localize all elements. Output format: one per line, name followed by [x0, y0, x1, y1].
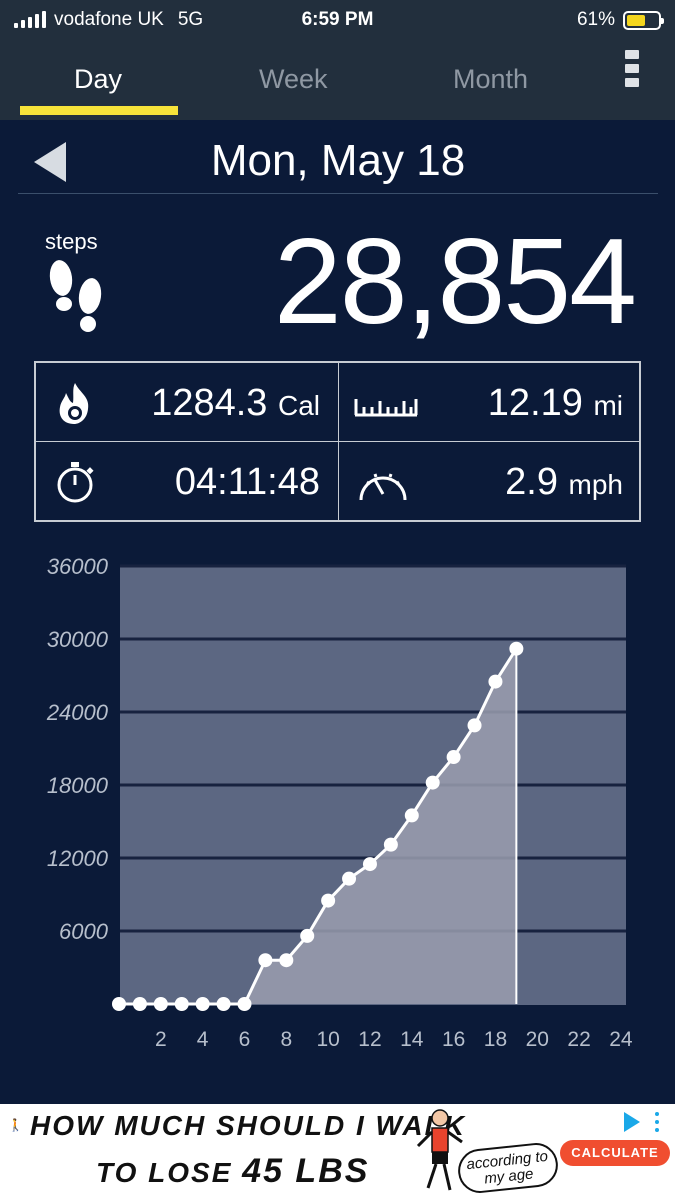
chart-data-point	[404, 808, 419, 823]
x-tick-label: 8	[280, 1028, 292, 1051]
tab-day[interactable]: Day	[74, 64, 122, 95]
chart-data-point	[425, 775, 440, 790]
battery-icon	[623, 10, 664, 30]
x-tick-label: 6	[239, 1028, 251, 1051]
chart-data-point	[237, 997, 252, 1011]
date-title: Mon, May 18	[210, 136, 466, 185]
x-tick-label: 18	[484, 1028, 507, 1051]
signal-strength-icon	[14, 11, 46, 28]
y-tick-label: 30000	[47, 627, 109, 652]
speed-cell: 2.9 mph	[339, 442, 641, 520]
date-header: Mon, May 18	[18, 130, 658, 194]
status-bar: vodafone UK 5G 6:59 PM 61%	[0, 0, 675, 40]
ad-calculate-button[interactable]: CALCULATE	[560, 1140, 670, 1166]
chart-data-point	[342, 871, 357, 886]
ad-note: according to my age	[455, 1140, 561, 1196]
chart-data-point	[216, 997, 231, 1011]
y-tick-label: 24000	[46, 700, 109, 725]
x-tick-label: 4	[197, 1028, 209, 1051]
footprints-icon	[49, 260, 102, 332]
carrier-name: vodafone UK	[54, 9, 164, 30]
tab-week[interactable]: Week	[259, 64, 328, 95]
x-tick-label: 10	[316, 1028, 339, 1051]
stats-grid: 1284.3 Cal 12.19 mi 04:11:48 2.9 mph	[34, 361, 641, 522]
ad-choices-icon[interactable]	[624, 1112, 640, 1132]
calories-cell: 1284.3 Cal	[36, 363, 339, 442]
chart-data-point	[195, 997, 210, 1011]
overflow-menu-icon[interactable]	[625, 50, 639, 87]
chart-data-point	[132, 997, 147, 1011]
x-tick-label: 14	[400, 1028, 424, 1051]
chart-data-point	[446, 750, 461, 765]
distance-cell: 12.19 mi	[339, 363, 641, 442]
chart-data-point	[174, 997, 189, 1011]
duration-cell: 04:11:48	[36, 442, 339, 520]
stopwatch-icon	[57, 462, 94, 503]
chart-data-point	[362, 857, 377, 872]
tab-bar: Day Week Month	[0, 40, 675, 120]
ad-banner[interactable]: 🚶 HOW MUCH SHOULD I WALK TO LOSE 45 LBS …	[0, 1104, 675, 1200]
x-tick-label: 24	[609, 1028, 633, 1051]
chart-data-point	[467, 718, 482, 733]
chart-data-point	[321, 893, 336, 908]
ad-walker-icon: 🚶	[8, 1118, 23, 1132]
duration-value: 04:11:48	[174, 461, 320, 503]
battery-indicator: 61%	[576, 9, 664, 31]
steps-label: steps	[45, 229, 98, 254]
x-tick-label: 22	[567, 1028, 590, 1051]
y-tick-label: 18000	[47, 773, 109, 798]
active-tab-indicator	[20, 106, 178, 115]
chart-data-point	[383, 837, 398, 852]
steps-chart: 360003000024000180001200060002 4 6 8 10 12 14 1…	[46, 554, 633, 1051]
chart-data-point	[279, 953, 294, 968]
y-tick-label: 36000	[47, 554, 109, 579]
steps-count: 28,854	[273, 213, 637, 349]
calories-value: 1284.3 Cal	[151, 382, 320, 424]
y-tick-label: 6000	[59, 919, 109, 944]
battery-fill	[627, 14, 646, 26]
tab-month[interactable]: Month	[453, 64, 528, 95]
x-tick-label: 20	[526, 1028, 549, 1051]
chart-data-point	[258, 953, 273, 968]
x-tick-label: 16	[442, 1028, 465, 1051]
ad-headline: HOW MUCH SHOULD I WALK	[30, 1110, 466, 1141]
speedometer-icon	[359, 473, 407, 501]
chart-data-point	[488, 674, 503, 689]
x-tick-label: 12	[358, 1028, 381, 1051]
chart-data-point	[112, 997, 126, 1011]
ad-options-icon[interactable]	[655, 1112, 659, 1132]
chart-data-point	[509, 641, 524, 656]
x-tick-label: 2	[155, 1028, 167, 1051]
y-tick-label: 12000	[47, 846, 109, 871]
flame-icon	[59, 383, 89, 424]
chart-data-point	[300, 928, 315, 943]
ad-subline: TO LOSE 45 LBS	[96, 1152, 370, 1190]
network-type: 5G	[177, 9, 204, 30]
ruler-icon	[354, 399, 418, 417]
distance-value: 12.19 mi	[487, 382, 623, 424]
speed-value: 2.9 mph	[505, 461, 623, 503]
chart-data-point	[153, 997, 168, 1011]
battery-percent: 61%	[576, 9, 615, 30]
